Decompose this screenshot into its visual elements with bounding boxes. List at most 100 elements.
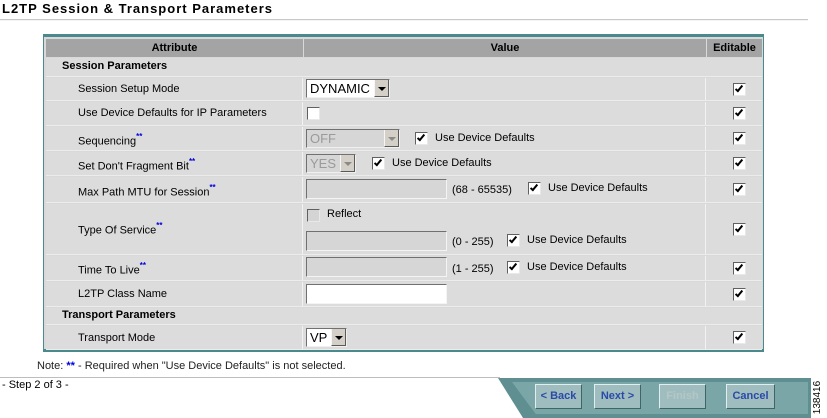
parameters-table: Attribute Value Editable Session Paramet… <box>43 34 764 352</box>
check-mark-icon <box>734 132 744 142</box>
check-mark-icon <box>734 288 744 298</box>
note-text: - Required when "Use Device Defaults" is… <box>74 360 346 372</box>
wizard-step-indicator: - Step 2 of 3 - <box>2 379 69 391</box>
editable-checkbox-max-path-mtu[interactable] <box>733 183 746 196</box>
dont-fragment-value: YES <box>310 156 337 171</box>
dont-fragment-label-text: Set Don't Fragment Bit <box>78 160 189 173</box>
l2tp-class-name-label: L2TP Class Name <box>78 288 168 300</box>
max-path-mtu-label-text: Max Path MTU for Session <box>78 186 210 199</box>
row-max-path-mtu: Max Path MTU for Session** (68 - 65535) … <box>46 177 762 203</box>
note-prefix: Note: <box>37 360 67 372</box>
type-of-service-range: (0 - 255) <box>452 236 494 248</box>
sequencing-label: Sequencing** <box>78 132 143 148</box>
figure-id: 138416 <box>812 378 827 418</box>
check-mark-icon <box>373 157 383 167</box>
editable-checkbox-time-to-live[interactable] <box>733 262 746 275</box>
cancel-button[interactable]: Cancel <box>726 384 775 409</box>
type-of-service-reflect-checkbox[interactable] <box>307 209 320 222</box>
editable-checkbox-type-of-service[interactable] <box>733 223 746 236</box>
section-label: Session Parameters <box>62 60 168 72</box>
dont-fragment-label: Set Don't Fragment Bit** <box>78 157 196 173</box>
check-mark-icon <box>416 132 426 142</box>
max-path-mtu-use-defaults-checkbox[interactable] <box>528 182 541 195</box>
session-setup-mode-select[interactable]: DYNAMIC <box>306 79 390 98</box>
next-button[interactable]: Next > <box>594 384 641 409</box>
row-type-of-service: Type Of Service** Reflect (0 - 255) Use … <box>46 204 762 255</box>
chevron-down-icon[interactable] <box>374 80 389 97</box>
footer-divider <box>0 377 500 378</box>
finish-button[interactable]: Finish <box>659 384 706 409</box>
back-button[interactable]: < Back <box>535 384 582 409</box>
l2tp-class-name-input[interactable] <box>306 284 447 304</box>
check-mark-icon <box>734 183 744 193</box>
dont-fragment-use-defaults-label: Use Device Defaults <box>392 157 492 169</box>
header-attribute: Attribute <box>46 39 303 57</box>
editable-checkbox-use-device-defaults-ip[interactable] <box>733 107 746 120</box>
sequencing-select[interactable]: OFF <box>306 129 400 148</box>
required-marker: ** <box>188 157 196 166</box>
editable-checkbox-dont-fragment[interactable] <box>733 157 746 170</box>
time-to-live-range: (1 - 255) <box>452 263 494 275</box>
max-path-mtu-label: Max Path MTU for Session** <box>78 183 216 199</box>
section-transport-parameters: Transport Parameters <box>46 308 762 325</box>
transport-mode-label: Transport Mode <box>78 332 156 344</box>
max-path-mtu-input[interactable] <box>306 179 447 199</box>
editable-checkbox-transport-mode[interactable] <box>733 331 746 344</box>
check-mark-icon <box>529 182 539 192</box>
sequencing-use-defaults-label: Use Device Defaults <box>435 132 535 144</box>
transport-mode-select[interactable]: VP <box>306 328 347 347</box>
required-marker: ** <box>139 261 146 270</box>
required-marker: ** <box>209 183 216 192</box>
use-device-defaults-ip-label: Use Device Defaults for IP Parameters <box>78 107 267 119</box>
type-of-service-label-text: Type Of Service <box>78 224 157 237</box>
use-device-defaults-ip-checkbox[interactable] <box>307 107 320 120</box>
sequencing-label-text: Sequencing <box>78 135 137 148</box>
check-mark-icon <box>734 83 744 93</box>
header-editable: Editable <box>707 39 762 57</box>
time-to-live-use-defaults-checkbox[interactable] <box>507 261 520 274</box>
time-to-live-use-defaults-label: Use Device Defaults <box>527 261 627 273</box>
check-mark-icon <box>734 157 744 167</box>
row-use-device-defaults-ip: Use Device Defaults for IP Parameters <box>46 102 762 126</box>
section-session-parameters: Session Parameters <box>46 58 762 77</box>
dont-fragment-use-defaults-checkbox[interactable] <box>372 157 385 170</box>
check-mark-icon <box>508 261 518 271</box>
session-setup-mode-label: Session Setup Mode <box>78 83 180 95</box>
editable-checkbox-session-setup-mode[interactable] <box>733 83 746 96</box>
title-divider <box>0 19 808 21</box>
row-dont-fragment: Set Don't Fragment Bit** YES Use Device … <box>46 152 762 176</box>
chevron-down-icon[interactable] <box>340 155 355 172</box>
dont-fragment-select[interactable]: YES <box>306 154 356 173</box>
header-value: Value <box>304 39 706 57</box>
chevron-down-icon[interactable] <box>331 329 346 346</box>
note-stars: ** <box>66 360 75 372</box>
chevron-down-icon[interactable] <box>384 130 399 147</box>
type-of-service-reflect-label: Reflect <box>327 208 362 220</box>
row-session-setup-mode: Session Setup Mode DYNAMIC <box>46 78 762 101</box>
type-of-service-input[interactable] <box>306 231 447 251</box>
required-note: Note: ** - Required when "Use Device Def… <box>37 360 346 372</box>
sequencing-use-defaults-checkbox[interactable] <box>415 132 428 145</box>
editable-checkbox-l2tp-class-name[interactable] <box>733 288 746 301</box>
required-marker: ** <box>156 221 163 230</box>
figure-id-text: 138416 <box>812 380 824 415</box>
row-l2tp-class-name: L2TP Class Name <box>46 282 762 307</box>
session-setup-mode-value: DYNAMIC <box>310 81 370 96</box>
section-label: Transport Parameters <box>62 309 176 321</box>
time-to-live-label: Time To Live** <box>78 261 146 277</box>
row-transport-mode: Transport Mode VP <box>46 326 762 350</box>
type-of-service-use-defaults-checkbox[interactable] <box>507 234 520 247</box>
time-to-live-label-text: Time To Live <box>78 264 140 277</box>
type-of-service-label: Type Of Service** <box>78 221 163 237</box>
max-path-mtu-range: (68 - 65535) <box>452 184 512 196</box>
max-path-mtu-use-defaults-label: Use Device Defaults <box>548 182 648 194</box>
page-title: L2TP Session & Transport Parameters <box>2 1 274 16</box>
time-to-live-input[interactable] <box>306 257 447 277</box>
check-mark-icon <box>734 331 744 341</box>
editable-checkbox-sequencing[interactable] <box>733 132 746 145</box>
check-mark-icon <box>734 223 744 233</box>
row-sequencing: Sequencing** OFF Use Device Defaults <box>46 127 762 151</box>
check-mark-icon <box>508 234 518 244</box>
required-marker: ** <box>136 132 143 141</box>
type-of-service-use-defaults-label: Use Device Defaults <box>527 234 627 246</box>
